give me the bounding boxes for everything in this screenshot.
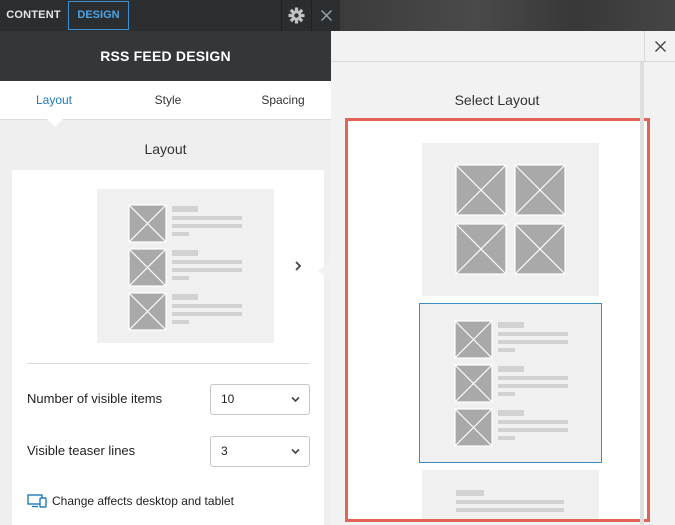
chevron-down-icon: [291, 448, 300, 455]
divider: [27, 363, 310, 364]
teaser-lines-value: 3: [221, 444, 228, 458]
current-layout-preview[interactable]: [97, 189, 274, 343]
chevron-right-icon[interactable]: [294, 260, 302, 274]
top-toolbar: CONTENT DESIGN: [0, 0, 340, 31]
layout-option-grid[interactable]: [422, 143, 599, 296]
layout-list-text-icon: [456, 490, 564, 512]
layout-options-list: [345, 118, 650, 522]
layout-list-thumbnail-icon: [454, 320, 568, 447]
visible-items-label: Number of visible items: [27, 391, 163, 406]
panel-header: RSS FEED DESIGN: [0, 31, 331, 81]
scrollbar[interactable]: [640, 62, 644, 525]
teaser-lines-select[interactable]: 3: [210, 436, 310, 467]
panel-pointer: [318, 261, 331, 281]
design-panel: Layout Style Spacing Layout Number of vi…: [0, 81, 331, 525]
layout-grid-icon: [455, 164, 566, 275]
teaser-lines-label: Visible teaser lines: [27, 443, 136, 458]
close-icon: [655, 41, 666, 52]
select-layout-title: Select Layout: [454, 92, 540, 108]
layout-card: Number of visible items 10 Visible tease…: [12, 170, 324, 525]
layout-list-thumbnail-icon: [128, 204, 242, 331]
close-panel-button[interactable]: [311, 0, 340, 31]
tab-design[interactable]: DESIGN: [68, 1, 129, 30]
tab-content[interactable]: CONTENT: [0, 0, 67, 31]
section-title: Layout: [144, 141, 187, 157]
select-layout-header: [331, 31, 675, 62]
tab-spacing[interactable]: Spacing: [243, 81, 323, 120]
subtab-bar: Layout Style Spacing: [0, 81, 331, 120]
chevron-down-icon: [291, 396, 300, 403]
settings-button[interactable]: [281, 0, 310, 31]
active-tab-pointer: [47, 119, 63, 127]
gear-icon: [288, 7, 305, 24]
layout-option-list-text[interactable]: [422, 470, 599, 519]
visible-items-value: 10: [221, 392, 235, 406]
close-select-layout-button[interactable]: [644, 31, 675, 62]
tab-layout[interactable]: Layout: [14, 81, 94, 120]
layout-option-list-thumbnails[interactable]: [419, 303, 602, 463]
select-layout-panel: Select Layout: [331, 31, 675, 525]
device-note-text: Change affects desktop and tablet: [52, 494, 234, 508]
close-icon: [320, 9, 333, 22]
page-title: RSS FEED DESIGN: [100, 48, 231, 64]
visible-items-select[interactable]: 10: [210, 384, 310, 415]
background-canvas: [340, 0, 675, 31]
tab-style[interactable]: Style: [128, 81, 208, 120]
desktop-tablet-icon: [27, 494, 47, 508]
